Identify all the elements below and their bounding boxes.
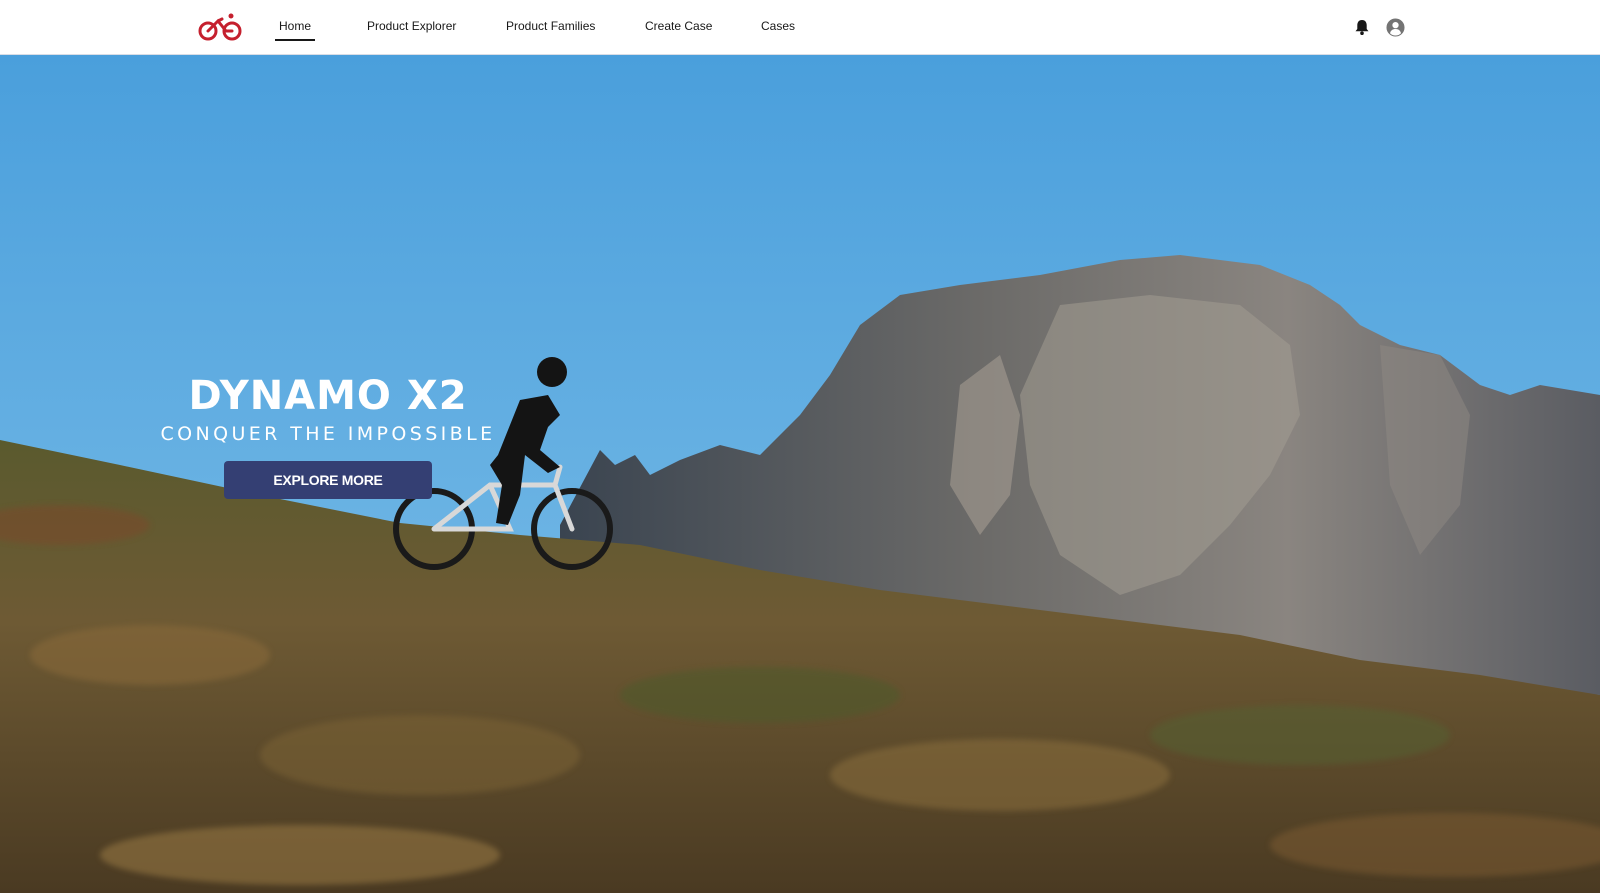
nav-item-create-case[interactable]: Create Case <box>645 19 712 39</box>
nav-item-product-families[interactable]: Product Families <box>506 19 595 39</box>
explore-more-button[interactable]: EXPLORE MORE <box>224 461 432 499</box>
top-navigation-bar: Home Product Explorer Product Families C… <box>0 0 1600 55</box>
hero-title: DYNAMO X2 <box>188 373 468 419</box>
user-avatar-icon[interactable] <box>1386 18 1405 37</box>
nav-item-product-explorer[interactable]: Product Explorer <box>367 19 456 39</box>
bike-logo-icon[interactable] <box>198 11 244 43</box>
hero-banner: DYNAMO X2 CONQUER THE IMPOSSIBLE EXPLORE… <box>0 55 1600 893</box>
bell-icon[interactable] <box>1353 18 1371 36</box>
nav-item-cases[interactable]: Cases <box>761 19 795 39</box>
nav-item-home[interactable]: Home <box>275 19 316 41</box>
hero-subtitle: CONQUER THE IMPOSSIBLE <box>160 423 496 445</box>
